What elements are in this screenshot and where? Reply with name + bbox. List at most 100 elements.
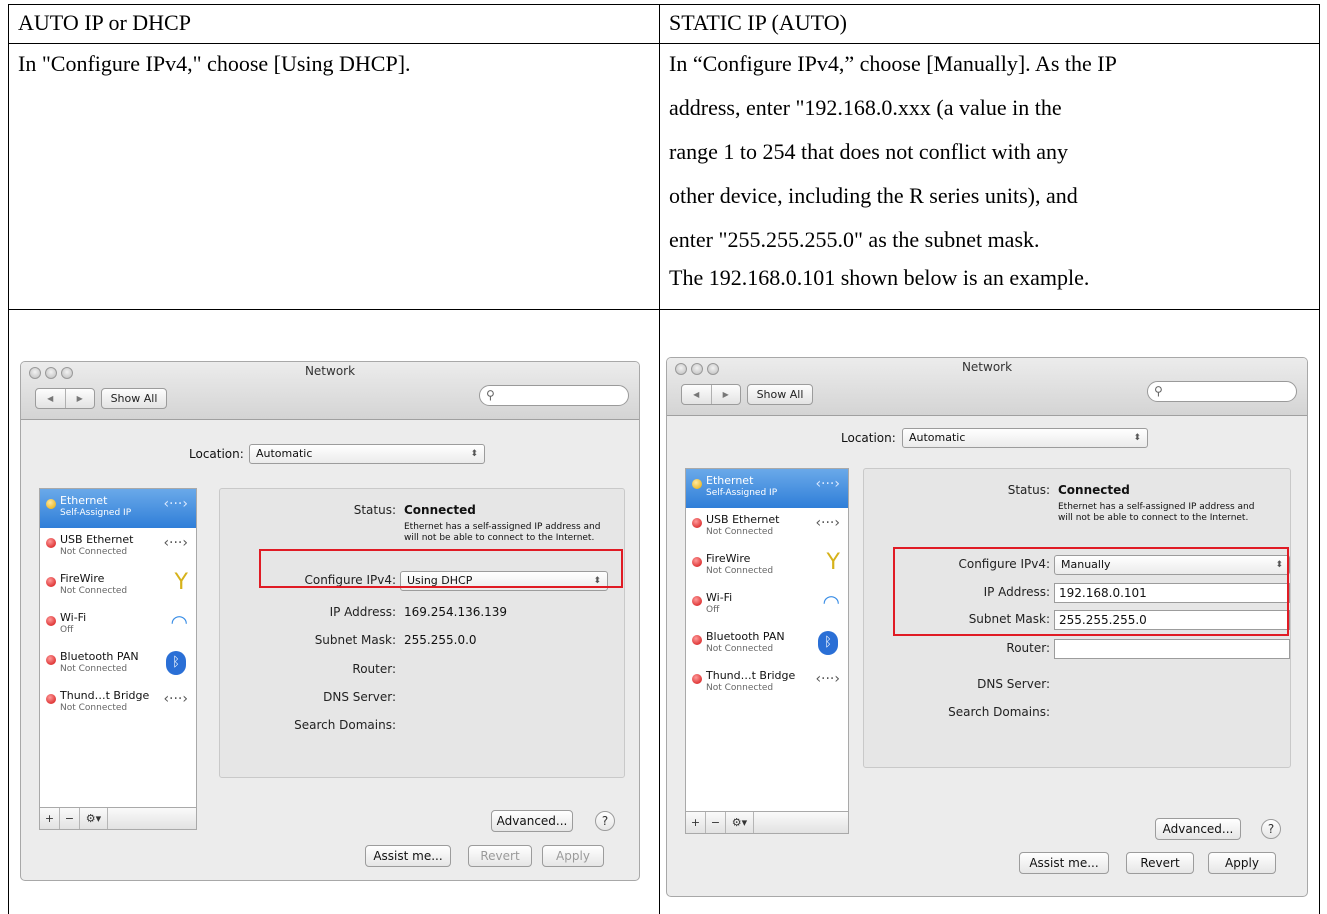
service-status: Not Connected [706,644,774,654]
titlebar: Network ◀ ▶ Show All ⚲ [667,358,1307,416]
revert-button[interactable]: Revert [468,845,532,867]
assist-me-button[interactable]: Assist me... [1019,852,1109,874]
service-ethernet[interactable]: Ethernet Self-Assigned IP ‹···› [40,489,196,528]
service-usb-ethernet[interactable]: USB Ethernet Not Connected ‹···› [40,528,196,567]
search-icon: ⚲ [1154,384,1163,398]
show-all-button[interactable]: Show All [747,384,813,405]
search-input[interactable]: ⚲ [1147,381,1297,402]
router-field[interactable] [1054,639,1290,659]
forward-icon[interactable]: ▶ [712,385,741,404]
service-status: Not Connected [60,703,128,713]
table-border-top [8,4,1320,5]
help-icon[interactable]: ? [595,811,615,831]
service-status: Not Connected [60,664,128,674]
titlebar: Network ◀ ▶ Show All ⚲ [21,362,639,420]
service-usb-ethernet[interactable]: USB Ethernet Not Connected ‹···› [686,508,848,547]
service-status: Not Connected [60,547,128,557]
window-title: Network [304,364,356,378]
assist-me-button[interactable]: Assist me... [365,845,451,867]
remove-icon[interactable]: − [60,808,80,829]
ip-address-label: IP Address: [329,605,396,619]
service-name: Thund…t Bridge [60,689,150,702]
dns-server-label: DNS Server: [323,690,396,704]
right-description-line-5: enter "255.255.255.0" as the subnet mask… [669,227,1040,252]
add-icon[interactable]: + [686,812,706,833]
advanced-button[interactable]: Advanced... [491,810,573,832]
status-dot [692,674,702,684]
status-note-1: Ethernet has a self-assigned IP address … [1058,502,1255,512]
status-value: Connected [404,503,476,517]
status-note-1: Ethernet has a self-assigned IP address … [404,522,601,532]
table-border-center [659,4,660,914]
back-icon[interactable]: ◀ [682,385,712,404]
status-label: Status: [1007,483,1050,497]
service-status: Off [706,605,720,615]
search-input[interactable]: ⚲ [479,385,629,406]
back-icon[interactable]: ◀ [36,389,66,408]
add-icon[interactable]: + [40,808,60,829]
service-firewire[interactable]: FireWire Not Connected Y [40,567,196,606]
service-bluetooth-pan[interactable]: Bluetooth PAN Not Connected ᛒ [686,625,848,664]
service-thunderbolt-bridge[interactable]: Thund…t Bridge Not Connected ‹···› [40,684,196,723]
bluetooth-icon: ᛒ [818,631,838,655]
service-firewire[interactable]: FireWire Not Connected Y [686,547,848,586]
service-name: USB Ethernet [706,513,780,526]
status-label: Status: [353,503,396,517]
back-forward-control[interactable]: ◀ ▶ [681,384,741,405]
service-thunderbolt-bridge[interactable]: Thund…t Bridge Not Connected ‹···› [686,664,848,703]
location-popup[interactable]: Automatic ⬍ [902,428,1148,448]
service-status: Not Connected [706,527,774,537]
ethernet-icon: ‹···› [163,496,188,512]
service-wifi[interactable]: Wi-Fi Off ◠ [686,586,848,625]
right-description-line-1: In “Configure IPv4,” choose [Manually]. … [669,51,1117,76]
status-dot [46,499,56,509]
ethernet-icon: ‹···› [815,476,840,492]
ethernet-icon: ‹···› [163,691,188,707]
gear-icon[interactable]: ⚙▾ [726,812,754,833]
right-description-line-3: range 1 to 254 that does not conflict wi… [669,139,1068,164]
remove-icon[interactable]: − [706,812,726,833]
search-domains-label: Search Domains: [294,718,396,732]
subnet-mask-label: Subnet Mask: [314,633,396,647]
service-list-footer: + − ⚙▾ [685,812,849,834]
highlight-box [893,547,1289,636]
network-window-dhcp: Network ◀ ▶ Show All ⚲ Location: Automati… [20,361,640,881]
show-all-button[interactable]: Show All [101,388,167,409]
gear-icon[interactable]: ⚙▾ [80,808,108,829]
service-list: Ethernet Self-Assigned IP ‹···› USB Ethe… [685,468,849,812]
service-wifi[interactable]: Wi-Fi Off ◠ [40,606,196,645]
status-note-2: will not be able to connect to the Inter… [404,533,595,543]
status-value: Connected [1058,483,1130,497]
revert-button[interactable]: Revert [1126,852,1194,874]
back-forward-control[interactable]: ◀ ▶ [35,388,95,409]
service-ethernet[interactable]: Ethernet Self-Assigned IP ‹···› [686,469,848,508]
ethernet-icon: ‹···› [815,515,840,531]
status-dot [46,616,56,626]
router-label: Router: [352,662,396,676]
search-domains-label: Search Domains: [948,705,1050,719]
status-dot [692,479,702,489]
right-description-line-6: The 192.168.0.101 shown below is an exam… [669,265,1090,290]
service-status: Self-Assigned IP [60,508,132,518]
search-icon: ⚲ [486,388,495,402]
apply-button[interactable]: Apply [1208,852,1276,874]
service-bluetooth-pan[interactable]: Bluetooth PAN Not Connected ᛒ [40,645,196,684]
location-popup[interactable]: Automatic ⬍ [249,444,485,464]
firewire-icon: Y [174,570,188,595]
status-dot [692,518,702,528]
table-border-header [8,43,1320,44]
service-name: Ethernet [706,474,754,487]
status-dot [692,557,702,567]
ip-address-value: 169.254.136.139 [404,605,508,619]
help-icon[interactable]: ? [1261,819,1281,839]
status-dot [46,538,56,548]
service-name: FireWire [60,572,105,585]
forward-icon[interactable]: ▶ [66,389,95,408]
subnet-mask-value: 255.255.0.0 [404,633,477,647]
service-status: Not Connected [706,566,774,576]
advanced-button[interactable]: Advanced... [1155,818,1241,840]
apply-button[interactable]: Apply [542,845,604,867]
table-border-right [1319,4,1320,914]
left-description: In "Configure IPv4," choose [Using DHCP]… [18,51,411,76]
window-title: Network [961,360,1013,374]
